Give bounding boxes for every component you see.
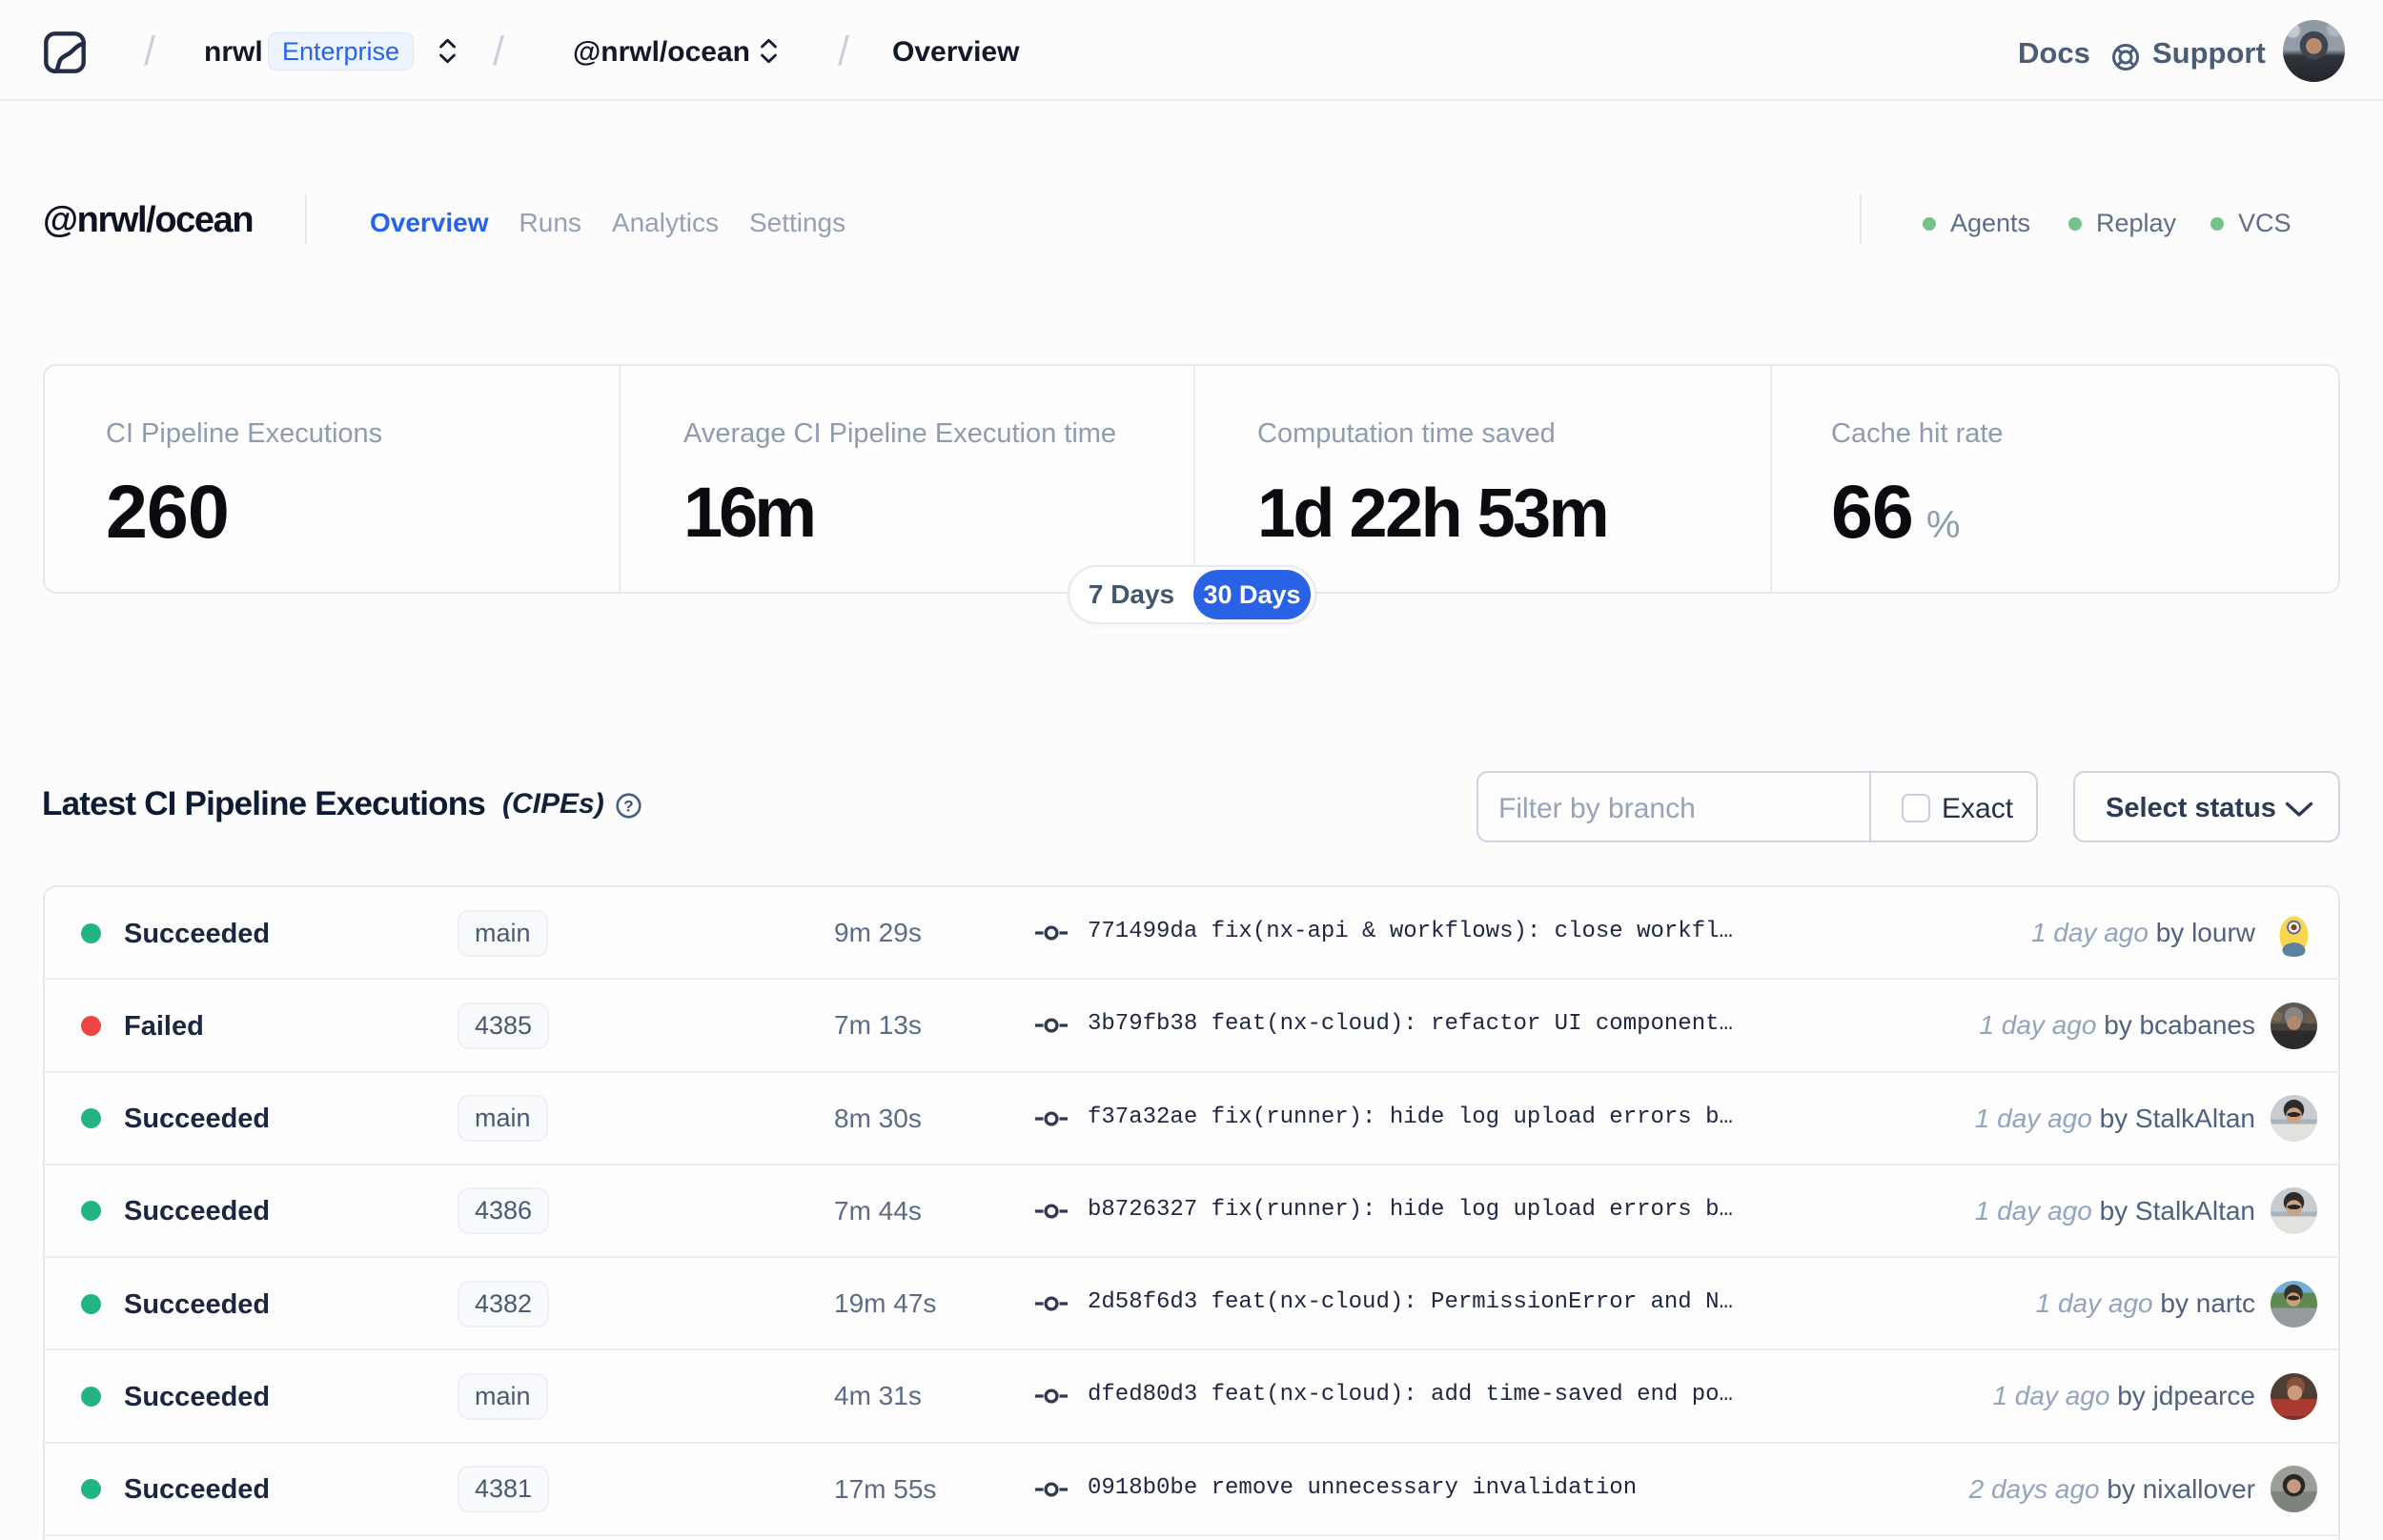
svg-text:?: ? [623,798,633,816]
